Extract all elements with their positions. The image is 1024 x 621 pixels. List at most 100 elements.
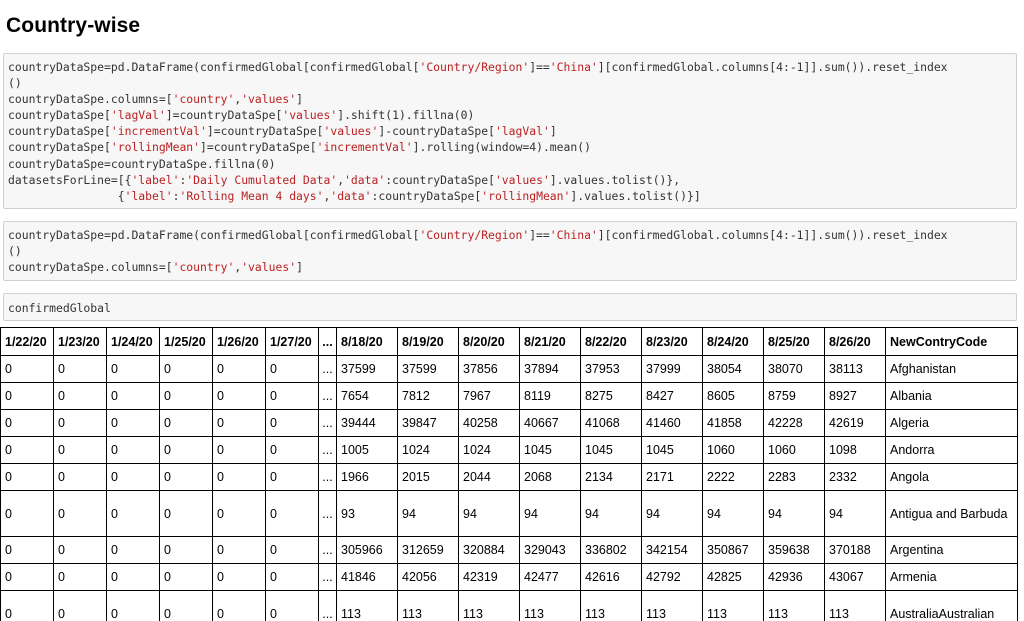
code-token: ][confirmedGlobal.columns[4:-1]].sum()).… xyxy=(597,228,948,242)
code-token: ].rolling(window=4).mean() xyxy=(412,140,591,155)
value-cell: 0 xyxy=(159,563,213,591)
value-cell: 0 xyxy=(265,355,319,383)
value-cell: 7654 xyxy=(336,382,398,410)
column-header: 8/18/20 xyxy=(336,327,398,356)
table-row: 0 0 0 0 0 0... 1005 1024 1024 1045 1045 1045 1060 106… xyxy=(0,436,1018,464)
value-cell: 94 xyxy=(519,490,581,537)
value-cell: 0 xyxy=(265,590,319,621)
value-cell: 113 xyxy=(519,590,581,621)
code-line: countryDataSpe=countryDataSpe.fillna(0) xyxy=(8,156,1016,172)
value-cell: 37599 xyxy=(397,355,459,383)
value-cell: 350867 xyxy=(702,536,764,564)
value-cell: 359638 xyxy=(763,536,825,564)
value-cell: 0 xyxy=(106,490,160,537)
value-cell: 39444 xyxy=(336,409,398,437)
code-token: { xyxy=(8,188,125,203)
country-cell: Angola xyxy=(885,463,1018,491)
code-cell-2[interactable]: countryDataSpe=pd.DataFrame(confirmedGlo… xyxy=(3,221,1017,281)
value-cell: 38113 xyxy=(824,355,886,383)
value-cell: 0 xyxy=(159,536,213,564)
column-header: 1/27/20 xyxy=(265,327,319,356)
value-cell: 0 xyxy=(265,536,319,564)
code-token: countryDataSpe.columns=[ xyxy=(8,92,173,107)
value-cell: 0 xyxy=(265,490,319,537)
table-row: 0 0 0 0 0 0... 41846 42056 42319 42477 42616 42792 4… xyxy=(0,563,1018,591)
value-cell: 7812 xyxy=(397,382,459,410)
string-literal: 'country' xyxy=(172,92,235,107)
value-cell: 0 xyxy=(212,409,266,437)
table-row: 0 0 0 0 0 0... 305966 312659 320884 329043 336802 3… xyxy=(0,536,1018,564)
value-cell: 0 xyxy=(106,590,160,621)
value-cell: 0 xyxy=(106,382,160,410)
value-cell: 37856 xyxy=(458,355,520,383)
value-cell: 0 xyxy=(212,382,266,410)
value-cell: 370188 xyxy=(824,536,886,564)
code-token: ]== xyxy=(529,228,550,242)
value-cell: 2134 xyxy=(580,463,642,491)
value-cell: 1005 xyxy=(336,436,398,464)
string-literal: 'Daily Cumulated Data' xyxy=(186,172,338,187)
value-cell: 0 xyxy=(159,463,213,491)
value-cell: 38054 xyxy=(702,355,764,383)
code-editor[interactable]: countryDataSpe=pd.DataFrame(confirmedGlo… xyxy=(4,227,1016,275)
code-token: countryDataSpe=pd.DataFrame(confirmedGlo… xyxy=(8,60,420,74)
value-cell: 93 xyxy=(336,490,398,537)
value-cell: ... xyxy=(318,436,337,464)
value-cell: 113 xyxy=(641,590,703,621)
value-cell: 113 xyxy=(763,590,825,621)
value-cell: 37894 xyxy=(519,355,581,383)
value-cell: 0 xyxy=(53,382,107,410)
value-cell: 0 xyxy=(0,355,54,383)
string-literal: 'Rolling Mean 4 days' xyxy=(179,188,324,203)
value-cell: 1045 xyxy=(580,436,642,464)
code-line: countryDataSpe.columns=['country','value… xyxy=(8,91,1016,107)
table-row: 0 0 0 0 0 0... 113 113 113 113 113 113 113 113 113 Aust… xyxy=(0,590,1018,621)
column-header: 8/19/20 xyxy=(397,327,459,356)
column-header: 8/25/20 xyxy=(763,327,825,356)
code-token: () xyxy=(8,76,22,91)
string-literal: 'lagVal' xyxy=(494,124,550,139)
value-cell: ... xyxy=(318,536,337,564)
table-row: 0 0 0 0 0 0... 37599 37599 37856 37894 37953 37999 3… xyxy=(0,355,1018,383)
code-line: () xyxy=(8,75,1016,91)
code-editor[interactable]: countryDataSpe=pd.DataFrame(confirmedGlo… xyxy=(4,59,1016,204)
value-cell: 0 xyxy=(159,590,213,621)
value-cell: 94 xyxy=(641,490,703,537)
column-header: 1/24/20 xyxy=(106,327,160,356)
value-cell: 342154 xyxy=(641,536,703,564)
code-cell-1[interactable]: countryDataSpe=pd.DataFrame(confirmedGlo… xyxy=(3,53,1017,209)
string-literal: 'Country/Region' xyxy=(419,228,530,242)
table-row: 0 0 0 0 0 0... 93 94 94 94 94 94 94 94 94 Antigua and B… xyxy=(0,490,1018,537)
value-cell: 94 xyxy=(702,490,764,537)
value-cell: 0 xyxy=(106,536,160,564)
value-cell: 0 xyxy=(106,355,160,383)
code-token: ]=countryDataSpe[ xyxy=(206,124,324,139)
code-token: ] xyxy=(549,124,557,139)
code-editor[interactable]: confirmedGlobal xyxy=(4,300,1016,316)
column-header: 1/23/20 xyxy=(53,327,107,356)
value-cell: ... xyxy=(318,563,337,591)
value-cell: 0 xyxy=(212,563,266,591)
code-line: () xyxy=(8,243,1016,259)
value-cell: 39847 xyxy=(397,409,459,437)
value-cell: 41460 xyxy=(641,409,703,437)
value-cell: 8119 xyxy=(519,382,581,410)
code-line: countryDataSpe['rollingMean']=countryDat… xyxy=(8,139,1016,155)
value-cell: 2068 xyxy=(519,463,581,491)
value-cell: 1024 xyxy=(458,436,520,464)
code-token: countryDataSpe[ xyxy=(8,124,111,139)
string-literal: 'values' xyxy=(282,108,338,123)
code-cell-3[interactable]: confirmedGlobal xyxy=(3,293,1017,321)
value-cell: 1045 xyxy=(641,436,703,464)
value-cell: 0 xyxy=(159,355,213,383)
value-cell: ... xyxy=(318,382,337,410)
value-cell: 2283 xyxy=(763,463,825,491)
code-line: countryDataSpe['incrementVal']=countryDa… xyxy=(8,123,1016,139)
string-literal: 'label' xyxy=(131,172,180,187)
value-cell: ... xyxy=(318,490,337,537)
code-token: countryDataSpe.columns=[ xyxy=(8,260,173,275)
value-cell: 0 xyxy=(159,436,213,464)
value-cell: 0 xyxy=(265,563,319,591)
value-cell: 94 xyxy=(763,490,825,537)
value-cell: 42825 xyxy=(702,563,764,591)
